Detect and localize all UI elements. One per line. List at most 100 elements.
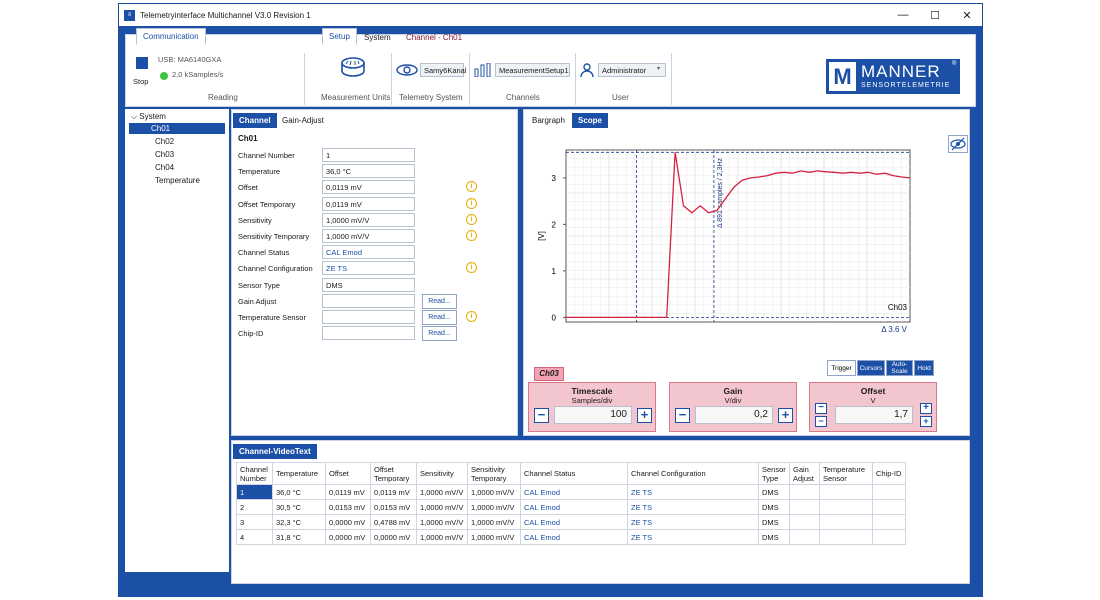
channel-chip[interactable]: Ch03 bbox=[534, 367, 564, 381]
hide-eye-icon[interactable] bbox=[948, 135, 968, 153]
tab-bargraph[interactable]: Bargraph bbox=[526, 113, 571, 128]
field-value[interactable]: ZE TS bbox=[322, 261, 415, 276]
tab-system[interactable]: System bbox=[358, 30, 397, 45]
tab-setup[interactable]: Setup bbox=[322, 28, 357, 45]
measurement-units-icon[interactable] bbox=[340, 55, 366, 79]
stop-icon[interactable] bbox=[136, 57, 148, 69]
minimize-button[interactable]: — bbox=[887, 4, 919, 26]
tree-item-ch04[interactable]: Ch04 bbox=[151, 162, 178, 173]
column-header[interactable]: Chip-ID bbox=[872, 462, 906, 485]
offset-plus-small-button[interactable]: + bbox=[920, 416, 932, 427]
hold-button[interactable]: Hold bbox=[914, 360, 934, 376]
measurement-units-label[interactable]: Measurement Units bbox=[321, 93, 390, 102]
offset-minus-small-button[interactable]: − bbox=[815, 416, 827, 427]
tree-item-ch02[interactable]: Ch02 bbox=[151, 136, 178, 147]
table-row[interactable]: 1 36,0 °C 0,0119 mV 0,0119 mV 1,0000 mV/V 1,0… bbox=[236, 484, 906, 500]
app-window: ≡ Telemetryinterface Multichannel V3.0 R… bbox=[118, 3, 983, 597]
table-cell: 1,0000 mV/V bbox=[467, 514, 521, 530]
field-value[interactable]: 1 bbox=[322, 148, 415, 162]
column-header[interactable]: Temperature bbox=[272, 462, 326, 485]
gain-plus-button[interactable]: + bbox=[778, 408, 793, 423]
tree-item-temperature[interactable]: Temperature bbox=[151, 175, 204, 186]
column-header[interactable]: Channel Status bbox=[520, 462, 628, 485]
column-header[interactable]: Channel Number bbox=[236, 462, 273, 485]
auto-scale-button[interactable]: Auto-Scale bbox=[886, 360, 913, 376]
offset-title: Offset bbox=[860, 386, 886, 396]
field-value[interactable]: 0,0119 mV bbox=[322, 180, 415, 195]
table-cell bbox=[789, 529, 820, 545]
table-cell: ZE TS bbox=[627, 529, 759, 545]
stop-label[interactable]: Stop bbox=[133, 77, 148, 86]
tab-scope[interactable]: Scope bbox=[572, 113, 609, 128]
cursors-button[interactable]: Cursors bbox=[857, 360, 885, 376]
y-tick-label: 1 bbox=[552, 267, 557, 276]
gain-minus-button[interactable]: − bbox=[675, 408, 690, 423]
tree-root-system[interactable]: ⌵ System bbox=[127, 111, 170, 123]
info-icon[interactable]: i bbox=[466, 197, 477, 209]
field-value[interactable]: 1,0000 mV/V bbox=[322, 212, 415, 227]
field-value[interactable]: CAL Emod bbox=[322, 245, 415, 260]
gain-control: Gain V/div − 0,2 + bbox=[669, 382, 797, 432]
offset-plus-button[interactable]: + bbox=[920, 403, 932, 414]
tab-channel-videotext[interactable]: Channel-VideoText bbox=[233, 444, 317, 459]
field-value[interactable]: 0,0119 mV bbox=[322, 196, 415, 211]
table-row[interactable]: 4 31,8 °C 0,0000 mV 0,0000 mV 1,0000 mV/V 1,0… bbox=[236, 529, 906, 545]
table-row[interactable]: 2 30,5 °C 0,0153 mV 0,0153 mV 1,0000 mV/V 1,0… bbox=[236, 499, 906, 515]
offset-input[interactable]: 1,7 bbox=[835, 406, 913, 424]
gain-input[interactable]: 0,2 bbox=[695, 406, 773, 424]
tree-item-ch03[interactable]: Ch03 bbox=[151, 149, 178, 160]
field-value[interactable] bbox=[322, 326, 415, 341]
offset-minus-button[interactable]: − bbox=[815, 403, 827, 414]
field-value[interactable]: 1,0000 mV/V bbox=[322, 229, 415, 243]
table-row[interactable]: 3 32,3 °C 0,0000 mV 0,4788 mV 1,0000 mV/V 1,0… bbox=[236, 514, 906, 530]
field-label: Chip-ID bbox=[238, 329, 264, 339]
channels-dropdown[interactable]: MeasurementSetup1 bbox=[495, 63, 570, 77]
reading-group-label: Reading bbox=[208, 93, 238, 102]
field-value[interactable] bbox=[322, 310, 415, 324]
info-icon[interactable]: i bbox=[466, 213, 477, 225]
tab-channel[interactable]: Channel - Ch01 bbox=[400, 30, 468, 45]
timescale-plus-button[interactable]: + bbox=[637, 408, 652, 423]
table-cell bbox=[789, 499, 820, 515]
gain-title: Gain bbox=[723, 386, 743, 396]
table-cell: 0,0119 mV bbox=[325, 484, 371, 500]
tab-channel-details[interactable]: Channel bbox=[233, 113, 277, 128]
ribbon-separator bbox=[671, 53, 672, 105]
trigger-button[interactable]: Trigger bbox=[827, 360, 856, 376]
read-button[interactable]: Read... bbox=[422, 310, 457, 325]
info-icon[interactable]: i bbox=[466, 262, 477, 274]
timescale-minus-button[interactable]: − bbox=[534, 408, 549, 423]
read-button[interactable]: Read... bbox=[422, 326, 457, 342]
column-header[interactable]: Offset Temporary bbox=[370, 462, 417, 485]
tab-gain-adjust[interactable]: Gain-Adjust bbox=[276, 113, 330, 128]
telemetry-system-dropdown[interactable]: Samy6Kanal bbox=[420, 63, 467, 77]
column-header[interactable]: Sensitivity bbox=[416, 462, 468, 485]
field-label: Sensitivity bbox=[238, 215, 272, 225]
ribbon-separator bbox=[304, 53, 305, 105]
table-cell: DMS bbox=[758, 499, 790, 515]
user-dropdown[interactable]: Administrator bbox=[598, 63, 666, 77]
scope-chart[interactable]: 0 1 2 3 [V] Δ 891 samples / 2,3Hz Ch03 Δ 3,6 V bbox=[538, 142, 918, 332]
info-icon[interactable]: i bbox=[466, 311, 477, 322]
table-cell: 4 bbox=[236, 529, 273, 545]
maximize-button[interactable]: ☐ bbox=[919, 4, 951, 26]
column-header[interactable]: Offset bbox=[325, 462, 371, 485]
column-header[interactable]: Sensor Type bbox=[758, 462, 790, 485]
field-value[interactable]: 36,0 °C bbox=[322, 164, 415, 179]
column-header[interactable]: Gain Adjust bbox=[789, 462, 820, 485]
table-cell: DMS bbox=[758, 484, 790, 500]
field-value[interactable] bbox=[322, 293, 415, 308]
column-header[interactable]: Sensitivity Temporary bbox=[467, 462, 521, 485]
read-button[interactable]: Read... bbox=[422, 293, 457, 309]
timescale-input[interactable]: 100 bbox=[554, 406, 632, 424]
info-icon[interactable]: i bbox=[466, 230, 477, 241]
table-cell: CAL Emod bbox=[520, 529, 628, 545]
column-header[interactable]: Channel Configuration bbox=[627, 462, 759, 485]
column-header[interactable]: Temperature Sensor bbox=[819, 462, 873, 485]
delta-label: Δ 3,6 V bbox=[881, 325, 907, 332]
info-icon[interactable]: i bbox=[466, 181, 477, 193]
tree-item-ch01[interactable]: Ch01 bbox=[129, 123, 225, 134]
tab-communication[interactable]: Communication bbox=[136, 28, 206, 45]
close-button[interactable]: ✕ bbox=[951, 4, 983, 26]
field-value[interactable]: DMS bbox=[322, 277, 415, 292]
